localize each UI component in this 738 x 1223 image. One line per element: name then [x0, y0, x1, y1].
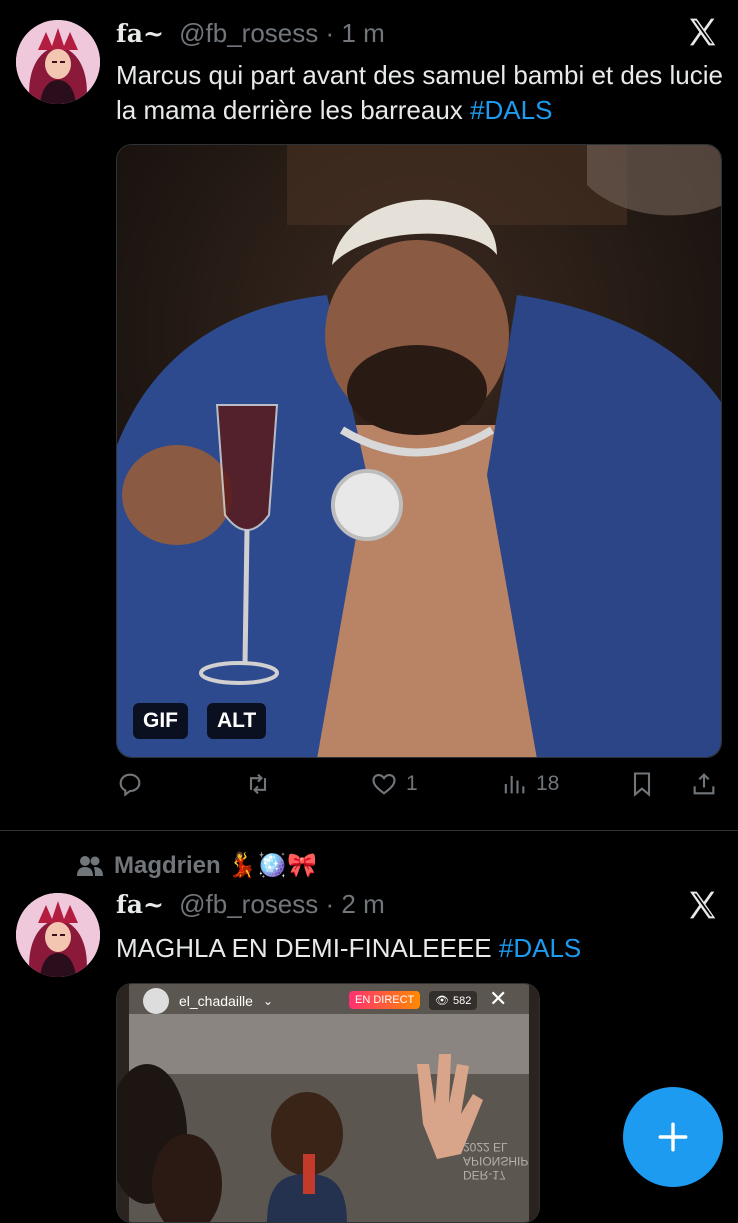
tweet-text: Marcus qui part avant des samuel bambi e… [116, 58, 726, 128]
like-button[interactable]: 1 [370, 770, 418, 798]
bookmark-button[interactable] [628, 770, 656, 798]
close-icon[interactable]: ✕ [489, 986, 507, 1012]
live-header: el_chadaille ⌄ [143, 988, 273, 1014]
tweet-text: MAGHLA EN DEMI-FINALEEEE #DALS [116, 931, 726, 966]
alt-button[interactable]: ALT [207, 703, 267, 739]
x-logo-icon[interactable] [686, 16, 718, 48]
handle[interactable]: @fb_rosess [179, 889, 318, 919]
wall-text: DER-17 APIONSHIP 2022 EL [463, 1140, 529, 1182]
viewer-count: 582 [452, 994, 472, 1007]
share-icon [693, 773, 715, 795]
hashtag-link[interactable]: #DALS [470, 95, 552, 125]
views-count: 18 [536, 772, 560, 795]
timestamp[interactable]: 1 m [341, 18, 384, 48]
retweet-icon [249, 773, 267, 795]
avatar[interactable] [16, 20, 100, 104]
compose-button[interactable] [623, 1087, 723, 1187]
reply-icon [119, 773, 141, 797]
views-button[interactable]: 18 [500, 770, 559, 798]
share-button[interactable] [690, 770, 718, 798]
display-name[interactable]: fa~ [116, 890, 164, 919]
tweet-body: MAGHLA EN DEMI-FINALEEEE [116, 933, 499, 963]
live-username[interactable]: el_chadaille [179, 993, 253, 1009]
separator: · [325, 889, 335, 919]
retweet-button[interactable] [244, 770, 280, 798]
avatar[interactable] [16, 893, 100, 977]
tweet-header: fa~ @fb_rosess · 1 m [116, 18, 385, 49]
live-badge: EN DIRECT [349, 991, 421, 1009]
hashtag-link[interactable]: #DALS [499, 933, 581, 963]
views-icon [504, 775, 525, 794]
plus-icon [658, 1122, 688, 1152]
gif-image [117, 145, 721, 757]
eye-icon: 👁 [435, 995, 449, 1007]
bookmark-icon [633, 772, 651, 797]
tweet-body: Marcus qui part avant des samuel bambi e… [116, 60, 723, 125]
separator: · [325, 18, 335, 48]
live-avatar[interactable] [143, 988, 169, 1014]
tweet-header: fa~ @fb_rosess · 2 m [116, 889, 385, 920]
viewer-count-badge: 👁 582 [429, 991, 478, 1010]
handle[interactable]: @fb_rosess [179, 18, 318, 48]
heart-icon [372, 773, 396, 795]
repost-people-icon [77, 855, 103, 876]
video-media[interactable]: el_chadaille ⌄ EN DIRECT 👁 582 ✕ DER-17 … [116, 983, 540, 1223]
timestamp[interactable]: 2 m [341, 889, 384, 919]
repost-indicator[interactable]: Magdrien 💃🪩🎀 [76, 851, 317, 880]
chevron-down-icon[interactable]: ⌄ [263, 994, 273, 1008]
x-logo-icon[interactable] [686, 889, 718, 921]
like-count: 1 [406, 772, 418, 795]
gif-badge: GIF [133, 703, 188, 739]
live-screenshot-image [117, 984, 539, 1222]
display-name[interactable]: fa~ [116, 19, 164, 48]
action-bar: 1 18 [116, 770, 722, 810]
tweet-1[interactable]: fa~ @fb_rosess · 1 m Marcus qui part ava… [0, 0, 738, 830]
reposted-by[interactable]: Magdrien 💃🪩🎀 [114, 851, 317, 880]
reply-button[interactable] [116, 770, 152, 798]
gif-media[interactable]: GIF ALT [116, 144, 722, 758]
